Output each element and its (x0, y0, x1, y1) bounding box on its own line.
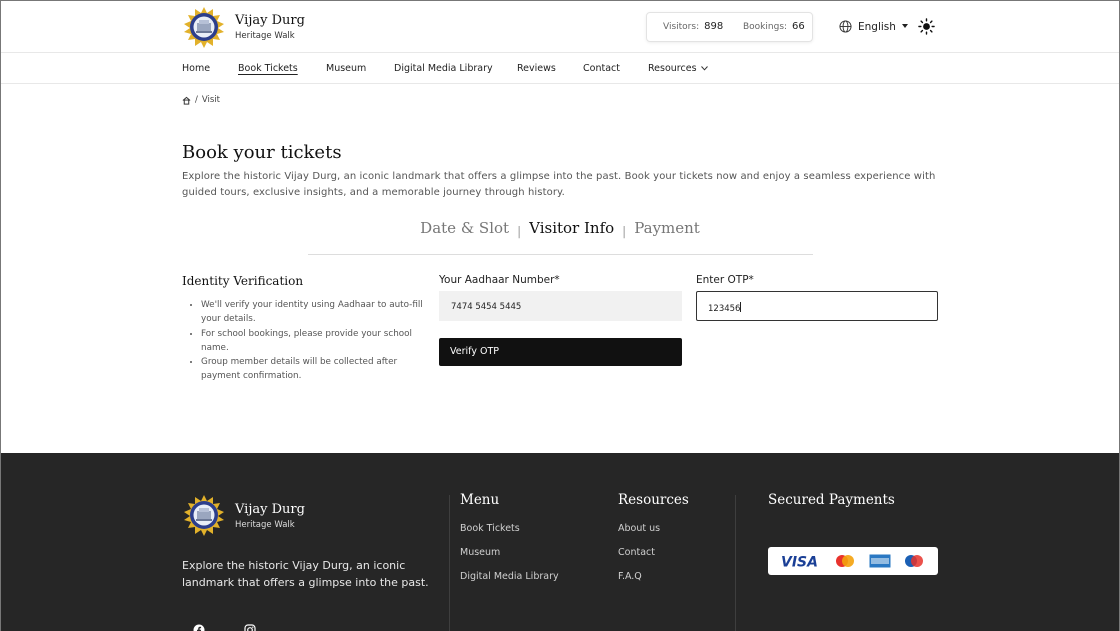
footer-resources-title: Resources (618, 492, 689, 508)
visitor-stats-card: Visitors: 898 Bookings: 66 (646, 12, 813, 42)
globe-icon (839, 20, 852, 33)
page-description: Explore the historic Vijay Durg, an icon… (182, 171, 936, 198)
nav-resources-label: Resources (648, 63, 697, 74)
otp-label: Enter OTP* (696, 274, 754, 286)
step-payment[interactable]: Payment (634, 219, 700, 237)
instagram-icon[interactable] (244, 624, 256, 631)
sun-icon[interactable] (918, 18, 935, 35)
amex-logo-icon (869, 554, 891, 568)
svg-text:VISA: VISA (781, 555, 818, 570)
nav-reviews[interactable]: Reviews (517, 63, 556, 74)
site-header: Vijay Durg Heritage Walk Visitors: 898 Bo… (1, 1, 1119, 53)
footer-link-digital-media-library[interactable]: Digital Media Library (460, 571, 559, 582)
footer-logo-emblem-icon[interactable] (182, 494, 226, 536)
language-selector[interactable]: English (839, 20, 908, 33)
breadcrumb-separator: / (195, 95, 198, 105)
visitors-label: Visitors: (663, 22, 700, 32)
main-nav: Home Book Tickets Museum Digital Media L… (1, 53, 1119, 84)
footer-link-museum[interactable]: Museum (460, 547, 500, 558)
list-item: Group member details will be collected a… (201, 355, 426, 384)
bookings-count: 66 (792, 21, 805, 32)
maestro-logo-icon (905, 555, 924, 567)
bookings-stat: Bookings: 66 (743, 21, 805, 32)
chevron-down-icon (700, 66, 708, 71)
footer-description: Explore the historic Vijay Durg, an icon… (182, 559, 429, 589)
step-separator: | (517, 224, 522, 238)
mastercard-logo-icon (836, 555, 855, 567)
visa-logo-icon: VISA (781, 555, 818, 570)
logo-emblem-icon[interactable] (182, 6, 226, 48)
home-icon[interactable] (182, 96, 191, 105)
footer-menu-title: Menu (460, 492, 500, 508)
footer-link-contact[interactable]: Contact (618, 547, 655, 558)
booking-steps: Date & Slot | Visitor Info | Payment (1, 219, 1119, 238)
list-item: For school bookings, please provide your… (201, 327, 426, 356)
nav-home[interactable]: Home (182, 63, 210, 74)
facebook-icon[interactable] (193, 624, 205, 631)
footer-brand-name: Vijay Durg (235, 502, 305, 517)
steps-divider (308, 254, 813, 255)
list-item: We'll verify your identity using Aadhaar… (201, 298, 426, 327)
nav-book-tickets[interactable]: Book Tickets (238, 63, 298, 74)
aadhaar-label: Your Aadhaar Number* (439, 274, 560, 286)
identity-verification-title: Identity Verification (182, 274, 304, 288)
nav-museum[interactable]: Museum (326, 63, 366, 74)
nav-resources[interactable]: Resources (648, 63, 708, 74)
step-date-slot[interactable]: Date & Slot (420, 219, 509, 237)
page-title: Book your tickets (182, 142, 342, 163)
nav-contact[interactable]: Contact (583, 63, 620, 74)
step-visitor-info[interactable]: Visitor Info (529, 219, 614, 237)
otp-value: 123456 (708, 304, 741, 314)
footer-divider (449, 495, 450, 631)
footer-link-about-us[interactable]: About us (618, 523, 660, 534)
nav-digital-media-library[interactable]: Digital Media Library (394, 63, 493, 74)
aadhaar-input[interactable]: 7474 5454 5445 (439, 291, 682, 321)
brand-name: Vijay Durg (235, 13, 305, 28)
verify-otp-button[interactable]: Verify OTP (439, 338, 682, 366)
bookings-label: Bookings: (743, 22, 788, 32)
breadcrumb-current: Visit (201, 95, 220, 105)
breadcrumb: / Visit (182, 95, 220, 105)
identity-info-list: We'll verify your identity using Aadhaar… (201, 298, 426, 384)
language-label: English (858, 20, 896, 33)
footer-divider (735, 495, 736, 631)
footer-link-faq[interactable]: F.A.Q (618, 571, 642, 582)
brand-subtitle: Heritage Walk (235, 31, 295, 41)
step-separator: | (622, 224, 627, 238)
otp-input[interactable]: 123456 (696, 291, 938, 321)
footer-link-book-tickets[interactable]: Book Tickets (460, 523, 520, 534)
site-footer: Vijay Durg Heritage Walk Explore the his… (1, 453, 1119, 631)
caret-down-icon (901, 24, 908, 28)
visitors-count: 898 (704, 21, 724, 32)
visitors-stat: Visitors: 898 (663, 21, 723, 32)
footer-payments-title: Secured Payments (768, 492, 895, 508)
text-cursor (740, 302, 742, 312)
payment-methods-card: VISA (768, 547, 938, 575)
footer-brand-subtitle: Heritage Walk (235, 520, 295, 530)
